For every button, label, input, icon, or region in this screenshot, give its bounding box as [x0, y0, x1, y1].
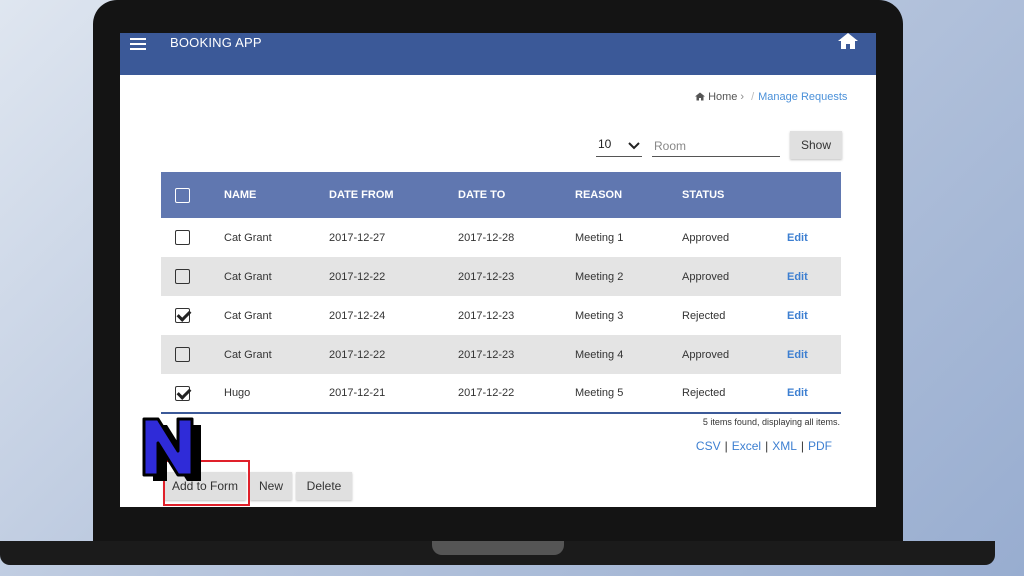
cell-name: Cat Grant [224, 270, 272, 283]
select-all-checkbox[interactable] [175, 187, 190, 203]
cell-name: Cat Grant [224, 348, 272, 361]
room-search-input[interactable] [652, 135, 780, 157]
cell-date-from: 2017-12-24 [329, 309, 386, 322]
page-size-value: 10 [598, 137, 612, 151]
laptop-notch [432, 541, 564, 555]
cell-date-to: 2017-12-23 [458, 348, 515, 361]
table-row: Cat Grant 2017-12-24 2017-12-23 Meeting … [161, 296, 841, 335]
row-checkbox[interactable] [175, 308, 190, 323]
edit-link[interactable]: Edit [787, 349, 808, 361]
cell-reason: Meeting 1 [575, 231, 624, 244]
row-checkbox[interactable] [175, 230, 190, 245]
column-header-name[interactable]: NAME [224, 172, 329, 218]
page-size-select[interactable]: 10 [596, 135, 642, 157]
edit-link[interactable]: Edit [787, 387, 808, 399]
cell-reason: Meeting 2 [575, 270, 624, 283]
cell-status: Approved [682, 348, 730, 361]
table-row: Hugo 2017-12-21 2017-12-22 Meeting 5 Rej… [161, 374, 841, 414]
cell-date-from: 2017-12-22 [329, 270, 386, 283]
edit-link[interactable]: Edit [787, 232, 808, 244]
cell-date-to: 2017-12-23 [458, 309, 515, 322]
show-button[interactable]: Show [790, 131, 842, 159]
cell-reason: Meeting 5 [575, 374, 682, 414]
cell-reason: Meeting 4 [575, 348, 624, 361]
cell-date-to: 2017-12-22 [458, 374, 575, 414]
export-csv-link[interactable]: CSV [696, 439, 721, 453]
app-screen: BOOKING APP Home› /Manage Requests 10 Sho… [120, 33, 876, 507]
export-xml-link[interactable]: XML [772, 439, 797, 453]
breadcrumb: Home › / Manage Requests [695, 91, 847, 103]
cell-date-from: 2017-12-22 [329, 348, 386, 361]
chevron-down-icon [628, 139, 640, 153]
export-pdf-link[interactable]: PDF [808, 439, 832, 453]
cell-reason: Meeting 3 [575, 309, 624, 322]
home-icon[interactable] [838, 33, 864, 53]
row-checkbox[interactable] [175, 269, 190, 284]
breadcrumb-current: Manage Requests [758, 91, 848, 103]
column-header-actions [787, 172, 841, 218]
cell-date-from: 2017-12-27 [329, 231, 386, 244]
n-logo [142, 417, 201, 481]
column-header-date-to[interactable]: DATE TO [458, 172, 575, 218]
app-title: BOOKING APP [170, 35, 262, 50]
export-links: CSV | Excel | XML | PDF [695, 439, 832, 453]
column-header-status[interactable]: STATUS [682, 172, 787, 218]
cell-name: Cat Grant [224, 309, 272, 322]
edit-link[interactable]: Edit [787, 271, 808, 283]
cell-name: Hugo [224, 374, 329, 414]
edit-link[interactable]: Edit [787, 310, 808, 322]
delete-button[interactable]: Delete [296, 472, 352, 500]
items-summary: 5 items found, displaying all items. [702, 417, 840, 427]
column-header-reason[interactable]: REASON [575, 172, 682, 218]
row-checkbox[interactable] [175, 347, 190, 362]
cell-date-to: 2017-12-28 [458, 231, 515, 244]
cell-date-to: 2017-12-23 [458, 270, 515, 283]
breadcrumb-divider: / [751, 91, 755, 103]
row-checkbox[interactable] [175, 385, 190, 401]
cell-status: Approved [682, 270, 730, 283]
export-excel-link[interactable]: Excel [732, 439, 761, 453]
breadcrumb-home-link[interactable]: Home [708, 91, 737, 103]
new-button[interactable]: New [250, 472, 292, 500]
table-row: Cat Grant 2017-12-22 2017-12-23 Meeting … [161, 257, 841, 296]
breadcrumb-chevron-icon: › [740, 91, 745, 103]
cell-status: Rejected [682, 309, 726, 322]
cell-status: Rejected [682, 374, 787, 414]
requests-table: NAME DATE FROM DATE TO REASON STATUS Cat… [161, 172, 841, 414]
breadcrumb-home-icon [695, 92, 705, 101]
hamburger-menu-icon[interactable] [130, 38, 146, 52]
cell-name: Cat Grant [224, 231, 272, 244]
table-row: Cat Grant 2017-12-22 2017-12-23 Meeting … [161, 335, 841, 374]
cell-status: Approved [682, 231, 730, 244]
cell-date-from: 2017-12-21 [329, 374, 458, 414]
table-header-row: NAME DATE FROM DATE TO REASON STATUS [161, 172, 841, 218]
column-header-date-from[interactable]: DATE FROM [329, 172, 458, 218]
table-row: Cat Grant 2017-12-27 2017-12-28 Meeting … [161, 218, 841, 257]
app-header: BOOKING APP [120, 33, 876, 75]
